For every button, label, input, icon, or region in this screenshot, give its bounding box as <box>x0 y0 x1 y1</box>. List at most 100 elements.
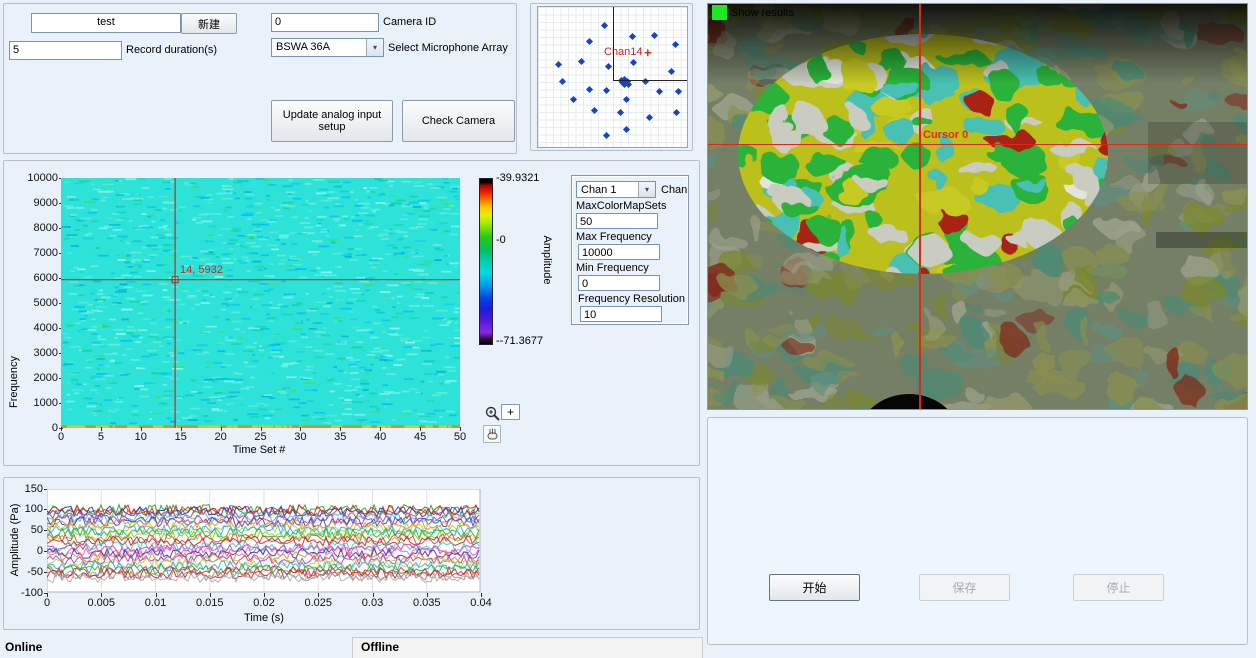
record-duration-label: Record duration(s) <box>126 44 217 56</box>
max-colormap-input[interactable]: 50 <box>576 213 658 229</box>
mic-dot <box>651 32 658 39</box>
axis-tick-label: 15 <box>161 431 201 443</box>
camera-view[interactable]: Cursor 0 Show results <box>707 3 1248 410</box>
axis-tick-label: 5 <box>81 431 121 443</box>
save-button[interactable]: 保存 <box>919 574 1010 601</box>
camera-id-label: Camera ID <box>383 16 436 28</box>
spectrogram-x-axis-label: Time Set # <box>209 444 309 456</box>
colorbar-max-label: -39.9321 <box>496 172 539 184</box>
max-colormap-label: MaxColorMapSets <box>576 200 666 212</box>
record-duration-input[interactable]: 5 <box>9 41 122 60</box>
zoom-magnifier-icon[interactable] <box>484 405 502 426</box>
spectrogram-cursor-readout: 14, 5932 <box>180 264 223 276</box>
mic-dot <box>629 33 636 40</box>
axis-tick-label: 0.02 <box>244 597 284 609</box>
mic-dot <box>603 132 610 139</box>
axis-tick-label: 9000 <box>18 197 58 209</box>
mic-dot <box>555 61 562 68</box>
offline-status-bar: Offline <box>352 637 703 658</box>
mic-dot <box>625 81 632 88</box>
mic-dot <box>570 96 577 103</box>
waveform-plot[interactable] <box>47 489 481 593</box>
mic-array-select[interactable]: BSWA 36A ▾ <box>271 38 384 57</box>
mic-cursor-marker: + <box>644 45 652 60</box>
mic-dot <box>630 59 637 66</box>
mic-dot <box>672 41 679 48</box>
chevron-down-icon[interactable]: ▾ <box>366 39 383 56</box>
waveform-y-axis-label: Amplitude (Pa) <box>9 485 21 595</box>
update-analog-button[interactable]: Update analog input setup <box>271 100 393 142</box>
axis-tick-label: 30 <box>280 431 320 443</box>
axis-tick-label: 2000 <box>18 372 58 384</box>
axis-tick-label: 7000 <box>18 247 58 259</box>
new-session-button[interactable]: 新建 <box>181 13 237 34</box>
cursor-tool-icon[interactable]: + <box>501 404 520 420</box>
channel-select[interactable]: Chan 1 ▾ <box>576 181 656 198</box>
min-frequency-label: Min Frequency <box>576 262 649 274</box>
channel-label: Chan <box>661 184 687 196</box>
mic-dot <box>605 63 612 70</box>
colorbar-axis-label: Amplitude <box>541 225 553 295</box>
mic-dot <box>656 88 663 95</box>
mic-array-value: BSWA 36A <box>276 41 330 53</box>
mic-cursor-label: Chan14 <box>604 46 643 58</box>
setup-panel: test 新建 5 Record duration(s) 0 Camera ID… <box>3 3 517 154</box>
axis-tick-label: 35 <box>320 431 360 443</box>
mic-dot <box>623 126 630 133</box>
mic-dot <box>617 109 624 116</box>
min-frequency-input[interactable]: 0 <box>578 275 660 291</box>
max-frequency-input[interactable]: 10000 <box>578 244 660 260</box>
mic-dot <box>603 87 610 94</box>
axis-tick-label: 40 <box>360 431 400 443</box>
mic-dot <box>668 68 675 75</box>
spectrogram-plot[interactable]: 14, 5932 <box>61 178 460 428</box>
channel-value: Chan 1 <box>581 184 616 196</box>
show-results-label: Show results <box>731 7 794 19</box>
axis-tick-label: 50 <box>440 431 480 443</box>
axis-tick-label: 150 <box>3 483 43 495</box>
mic-dot <box>673 109 680 116</box>
camera-cursor-hline[interactable] <box>708 144 1247 145</box>
mic-dot <box>586 38 593 45</box>
axis-tick-label: 0.035 <box>407 597 447 609</box>
axis-tick-label: 4000 <box>18 322 58 334</box>
run-control-panel: 开始 保存 停止 <box>707 417 1248 645</box>
mic-dot <box>601 22 608 29</box>
mic-dot <box>586 86 593 93</box>
axis-tick-label: 0.005 <box>81 597 121 609</box>
axis-tick-label: 6000 <box>18 272 58 284</box>
chevron-down-icon[interactable]: ▾ <box>638 182 655 197</box>
axis-tick-label: 10000 <box>18 172 58 184</box>
camera-cursor-vline[interactable] <box>919 4 921 409</box>
axis-tick-label: 0 <box>41 431 81 443</box>
session-name-input[interactable]: test <box>31 13 181 33</box>
mic-dot <box>646 114 653 121</box>
axis-tick-label: 0 <box>27 597 67 609</box>
axis-tick-label: 0.015 <box>190 597 230 609</box>
colorbar-min-label: --71.3677 <box>496 335 543 347</box>
axis-tick-label: 0.01 <box>136 597 176 609</box>
mic-array-panel: Chan14 + <box>530 3 693 151</box>
axis-tick-label: 0.025 <box>298 597 338 609</box>
mic-dot <box>675 88 682 95</box>
axis-tick-label: 50 <box>3 524 43 536</box>
axis-tick-label: 45 <box>400 431 440 443</box>
stop-button[interactable]: 停止 <box>1073 574 1164 601</box>
mic-dot <box>578 58 585 65</box>
mic-array-plot[interactable]: Chan14 + <box>537 6 688 148</box>
online-status-label: Online <box>5 640 42 654</box>
show-results-led-icon[interactable] <box>712 5 727 20</box>
frequency-resolution-label: Frequency Resolution <box>578 293 685 305</box>
check-camera-button[interactable]: Check Camera <box>402 100 515 142</box>
waveform-x-axis-label: Time (s) <box>214 612 314 624</box>
axis-tick-label: 20 <box>201 431 241 443</box>
start-button[interactable]: 开始 <box>769 574 860 601</box>
frequency-resolution-input[interactable]: 10 <box>580 306 662 322</box>
spectrogram-panel: Frequency 010002000300040005000600070008… <box>3 160 700 466</box>
camera-id-input[interactable]: 0 <box>271 13 379 32</box>
show-results-checkbox[interactable]: Show results <box>712 5 794 20</box>
offline-status-label: Offline <box>361 640 399 654</box>
axis-tick-label: 100 <box>3 503 43 515</box>
pan-hand-icon[interactable] <box>483 425 501 443</box>
mic-dot <box>591 107 598 114</box>
